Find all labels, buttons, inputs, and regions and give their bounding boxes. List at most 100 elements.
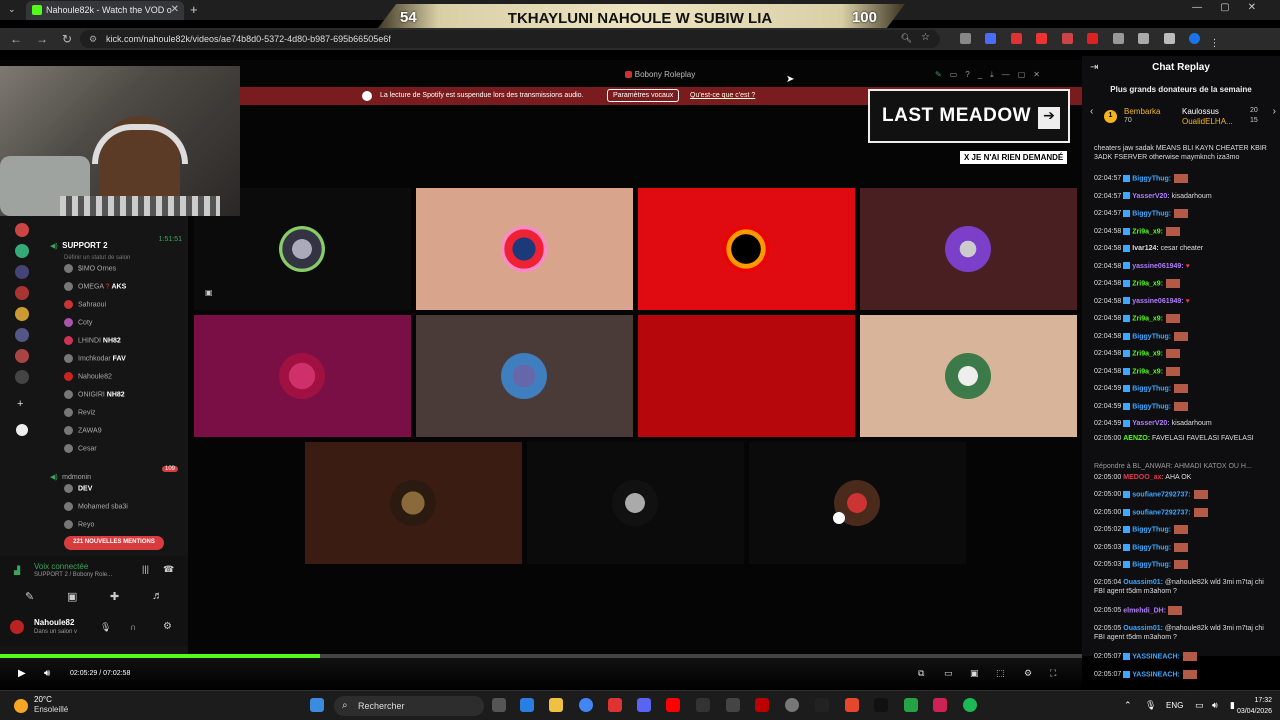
add-server-icon[interactable]: + [17,398,34,410]
extension-icon[interactable] [1036,33,1048,44]
extension-icon[interactable] [1112,33,1124,44]
maximize-icon[interactable]: ▢ [1018,70,1034,79]
microphone-icon[interactable]: 🎙︎ [100,622,111,633]
message-user[interactable]: BiggyThug: [1132,544,1171,551]
voice-tile[interactable] [749,442,966,564]
message-user[interactable]: BiggyThug: [1132,333,1171,340]
what-is-this-link[interactable]: Qu'est-ce que c'est ? [690,92,755,99]
message-user[interactable]: YasserV20: [1132,193,1169,200]
more-menu-icon[interactable]: ⋮ [1210,38,1220,49]
zoom-icon[interactable]: 🔍︎ [901,33,912,44]
app-icon[interactable] [874,698,888,712]
message-user[interactable]: Ouassim01: [1123,579,1163,586]
extension-icon[interactable] [1087,33,1099,44]
voice-settings-button[interactable]: Paramètres vocaux [607,89,680,102]
profile-avatar[interactable] [1189,33,1201,44]
chrome-icon[interactable] [579,698,593,712]
menu-list-icon[interactable] [1163,33,1175,44]
voice-tile[interactable] [194,315,411,437]
spotify-icon[interactable] [963,698,977,712]
app-icon[interactable] [755,698,769,712]
server-icon[interactable] [15,265,29,279]
system-clock[interactable]: 17:32 03/04/2026 [1237,695,1272,717]
message-user[interactable]: AENZO: [1123,435,1150,442]
message-user[interactable]: Zri9a_x9: [1132,368,1163,375]
voice-tile[interactable] [860,188,1077,310]
voice-member[interactable]: ZAWA9 [64,426,186,444]
message-user[interactable]: BiggyThug: [1132,403,1171,410]
play-icon[interactable]: ▶ [18,668,26,679]
voice-member[interactable]: Imchkodar FAV [64,354,186,372]
voice-member[interactable]: OMEGA ? AKS [64,282,186,300]
teams-icon[interactable] [637,698,651,712]
server-icon[interactable] [15,370,29,384]
extension-icon[interactable] [960,33,971,44]
server-icon[interactable] [15,286,29,300]
task-view-icon[interactable] [492,698,506,712]
tab-search-icon[interactable]: ⌄ [8,4,16,15]
language-indicator[interactable]: ENG [1166,701,1183,710]
voice-tile[interactable] [860,315,1077,437]
theatre-icon[interactable]: ▭ [944,668,953,679]
message-user[interactable]: YasserV20: [1132,420,1169,427]
xm-app-icon[interactable] [815,698,829,712]
voice-member[interactable]: Mohamed sba3i [64,502,186,520]
voice-tile[interactable] [305,442,522,564]
message-user[interactable]: Zri9a_x9: [1132,228,1163,235]
message-user[interactable]: elmehdi_DH: [1123,607,1166,614]
download-icon[interactable]: ⤓ [990,70,1002,79]
url-field[interactable]: ⚙ kick.com/nahoule82k/videos/ae74b8d0-53… [80,30,940,48]
message-user[interactable]: BiggyThug: [1132,175,1171,182]
reply-context[interactable]: Répondre à BL_ANWAR: AHMADI KATOX OU H..… [1094,462,1276,471]
battery-icon[interactable]: ▮ [1230,700,1235,711]
bookmark-star-icon[interactable]: ☆ [921,32,930,43]
headphones-icon[interactable]: ∩ [130,622,136,632]
mic-icon[interactable]: 🎙︎ [1145,700,1156,711]
minimize-icon[interactable]: _ [978,70,990,79]
browser-tab[interactable]: Nahoule82k - Watch the VOD o ✕ [26,1,184,20]
camera-off-icon[interactable]: ✎ [25,590,34,603]
settings-gear-icon[interactable]: ⚙ [163,621,172,632]
message-user[interactable]: BiggyThug: [1132,210,1171,217]
activities-icon[interactable]: ✚ [110,590,119,603]
voice-member[interactable]: Cesar [64,444,186,462]
message-user[interactable]: Zri9a_x9: [1132,350,1163,357]
message-user[interactable]: soufiane7292737: [1132,509,1190,516]
voice-member[interactable]: Nahoule82 [64,372,186,390]
adobe-icon[interactable] [608,698,622,712]
windows-start-icon[interactable] [310,698,324,712]
message-user[interactable]: BiggyThug: [1132,526,1171,533]
disconnect-icon[interactable]: ☎ [163,564,174,575]
close-window-icon[interactable]: ✕ [1248,2,1274,13]
message-user[interactable]: Ivar124: [1132,245,1158,252]
youtube-icon[interactable] [666,698,680,712]
voice-tile[interactable] [638,315,855,437]
extension-icon[interactable] [1061,33,1073,44]
voice-channel-group[interactable]: ◀) mdmonin 109 [50,466,186,484]
brave-icon[interactable] [845,698,859,712]
file-explorer-icon[interactable] [549,698,563,712]
voice-member[interactable]: ONIGIRI NH82 [64,390,186,408]
message-user[interactable]: Zri9a_x9: [1132,315,1163,322]
signal-icon[interactable]: ▟ [14,566,20,575]
message-user[interactable]: BiggyThug: [1132,385,1171,392]
message-user[interactable]: MEDOO_ax: [1123,474,1163,481]
extension-icon[interactable] [985,33,997,44]
back-icon[interactable]: ← [10,32,36,46]
message-user[interactable]: yassine061949: [1132,263,1183,270]
forward-icon[interactable]: → [36,32,62,46]
pip-icon[interactable]: ▣ [970,668,979,679]
fn-app-icon[interactable] [696,698,710,712]
app-icon[interactable] [785,698,799,712]
clip-icon[interactable]: ⧉ [918,668,924,679]
server-icon[interactable] [15,244,29,258]
voice-tile[interactable] [527,442,744,564]
screen-share-icon[interactable]: ▣ [67,590,77,603]
message-user[interactable]: Ouassim01: [1123,625,1163,632]
help-icon[interactable]: ? [965,70,977,79]
network-icon[interactable]: ▭ [1195,700,1204,711]
cast-icon[interactable]: ⬚ [996,668,1005,679]
tab-close-icon[interactable]: ✕ [171,4,179,15]
volume-icon[interactable]: 🔊︎ [44,668,50,679]
message-user[interactable]: soufiane7292737: [1132,491,1190,498]
